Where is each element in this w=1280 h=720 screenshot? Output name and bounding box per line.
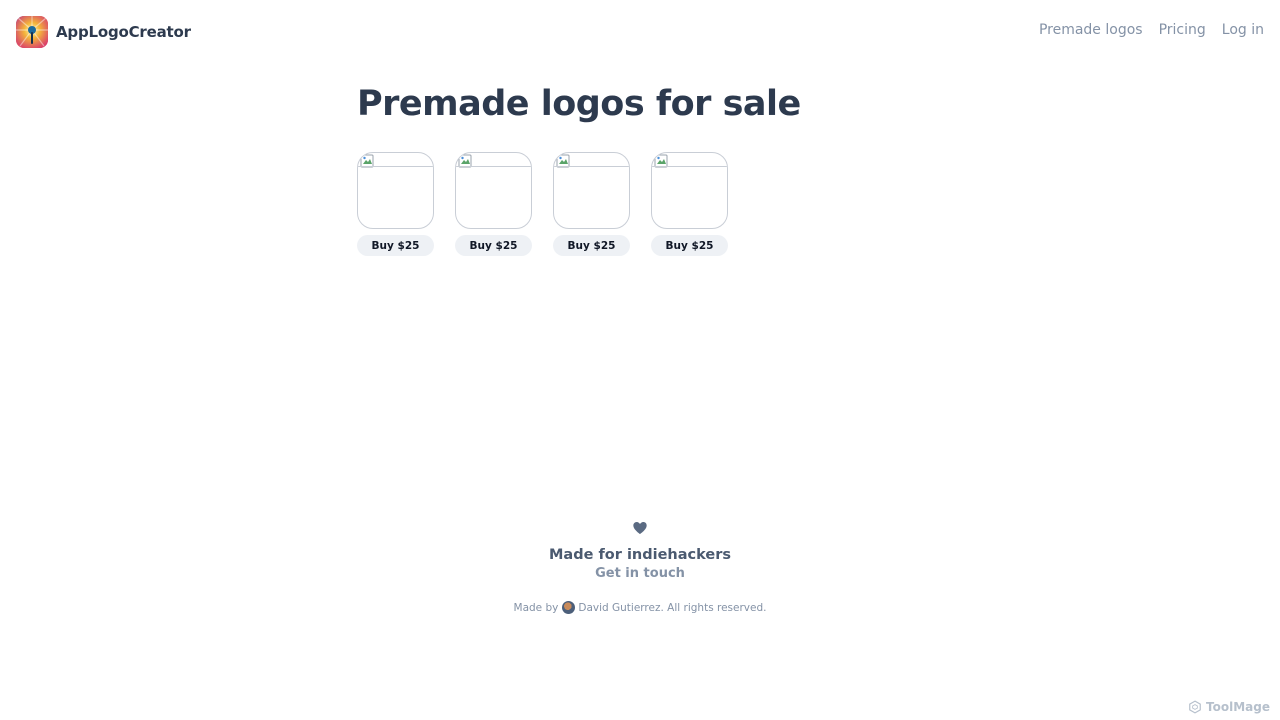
made-by-prefix: Made by <box>513 601 559 614</box>
watermark-label: ToolMage <box>1206 700 1270 714</box>
logo-card: Buy $25 <box>553 152 630 256</box>
image-placeholder-line <box>456 166 531 167</box>
heart-icon <box>633 522 647 534</box>
image-placeholder-line <box>554 166 629 167</box>
logo-image[interactable] <box>553 152 630 229</box>
toolmage-logo-icon <box>1189 700 1201 714</box>
page-title: Premade logos for sale <box>357 84 801 124</box>
logo-card: Buy $25 <box>651 152 728 256</box>
nav-pricing[interactable]: Pricing <box>1159 22 1206 38</box>
app-logo-icon <box>16 16 48 48</box>
brand-home-link[interactable]: AppLogoCreator <box>16 16 191 48</box>
footer-tagline: Made for indiehackers <box>549 547 731 563</box>
buy-button[interactable]: Buy $25 <box>651 235 728 256</box>
brand-name: AppLogoCreator <box>56 23 191 41</box>
author-link[interactable]: David Gutierrez. <box>578 602 663 614</box>
premade-logo-grid: Buy $25 Buy $25 Buy $25 Buy $25 <box>357 152 728 256</box>
toolmage-watermark: ToolMage <box>1188 700 1270 714</box>
logo-card: Buy $25 <box>357 152 434 256</box>
buy-button[interactable]: Buy $25 <box>455 235 532 256</box>
buy-button[interactable]: Buy $25 <box>357 235 434 256</box>
logo-image[interactable] <box>455 152 532 229</box>
site-footer: Made for indiehackers Get in touch <box>0 520 1280 581</box>
logo-image[interactable] <box>651 152 728 229</box>
nav-premade-logos[interactable]: Premade logos <box>1039 22 1143 38</box>
logo-card: Buy $25 <box>455 152 532 256</box>
image-placeholder-line <box>652 166 727 167</box>
site-header: AppLogoCreator Premade logos Pricing Log… <box>0 0 1280 64</box>
get-in-touch-link[interactable]: Get in touch <box>0 566 1280 581</box>
top-nav: Premade logos Pricing Log in <box>1039 22 1264 38</box>
nav-log-in[interactable]: Log in <box>1222 22 1264 38</box>
rights-text: All rights reserved. <box>667 601 767 614</box>
image-placeholder-line <box>358 166 433 167</box>
logo-image[interactable] <box>357 152 434 229</box>
buy-button[interactable]: Buy $25 <box>553 235 630 256</box>
author-avatar <box>562 601 576 614</box>
copyright-line: Made by David Gutierrez. All rights rese… <box>0 601 1280 614</box>
